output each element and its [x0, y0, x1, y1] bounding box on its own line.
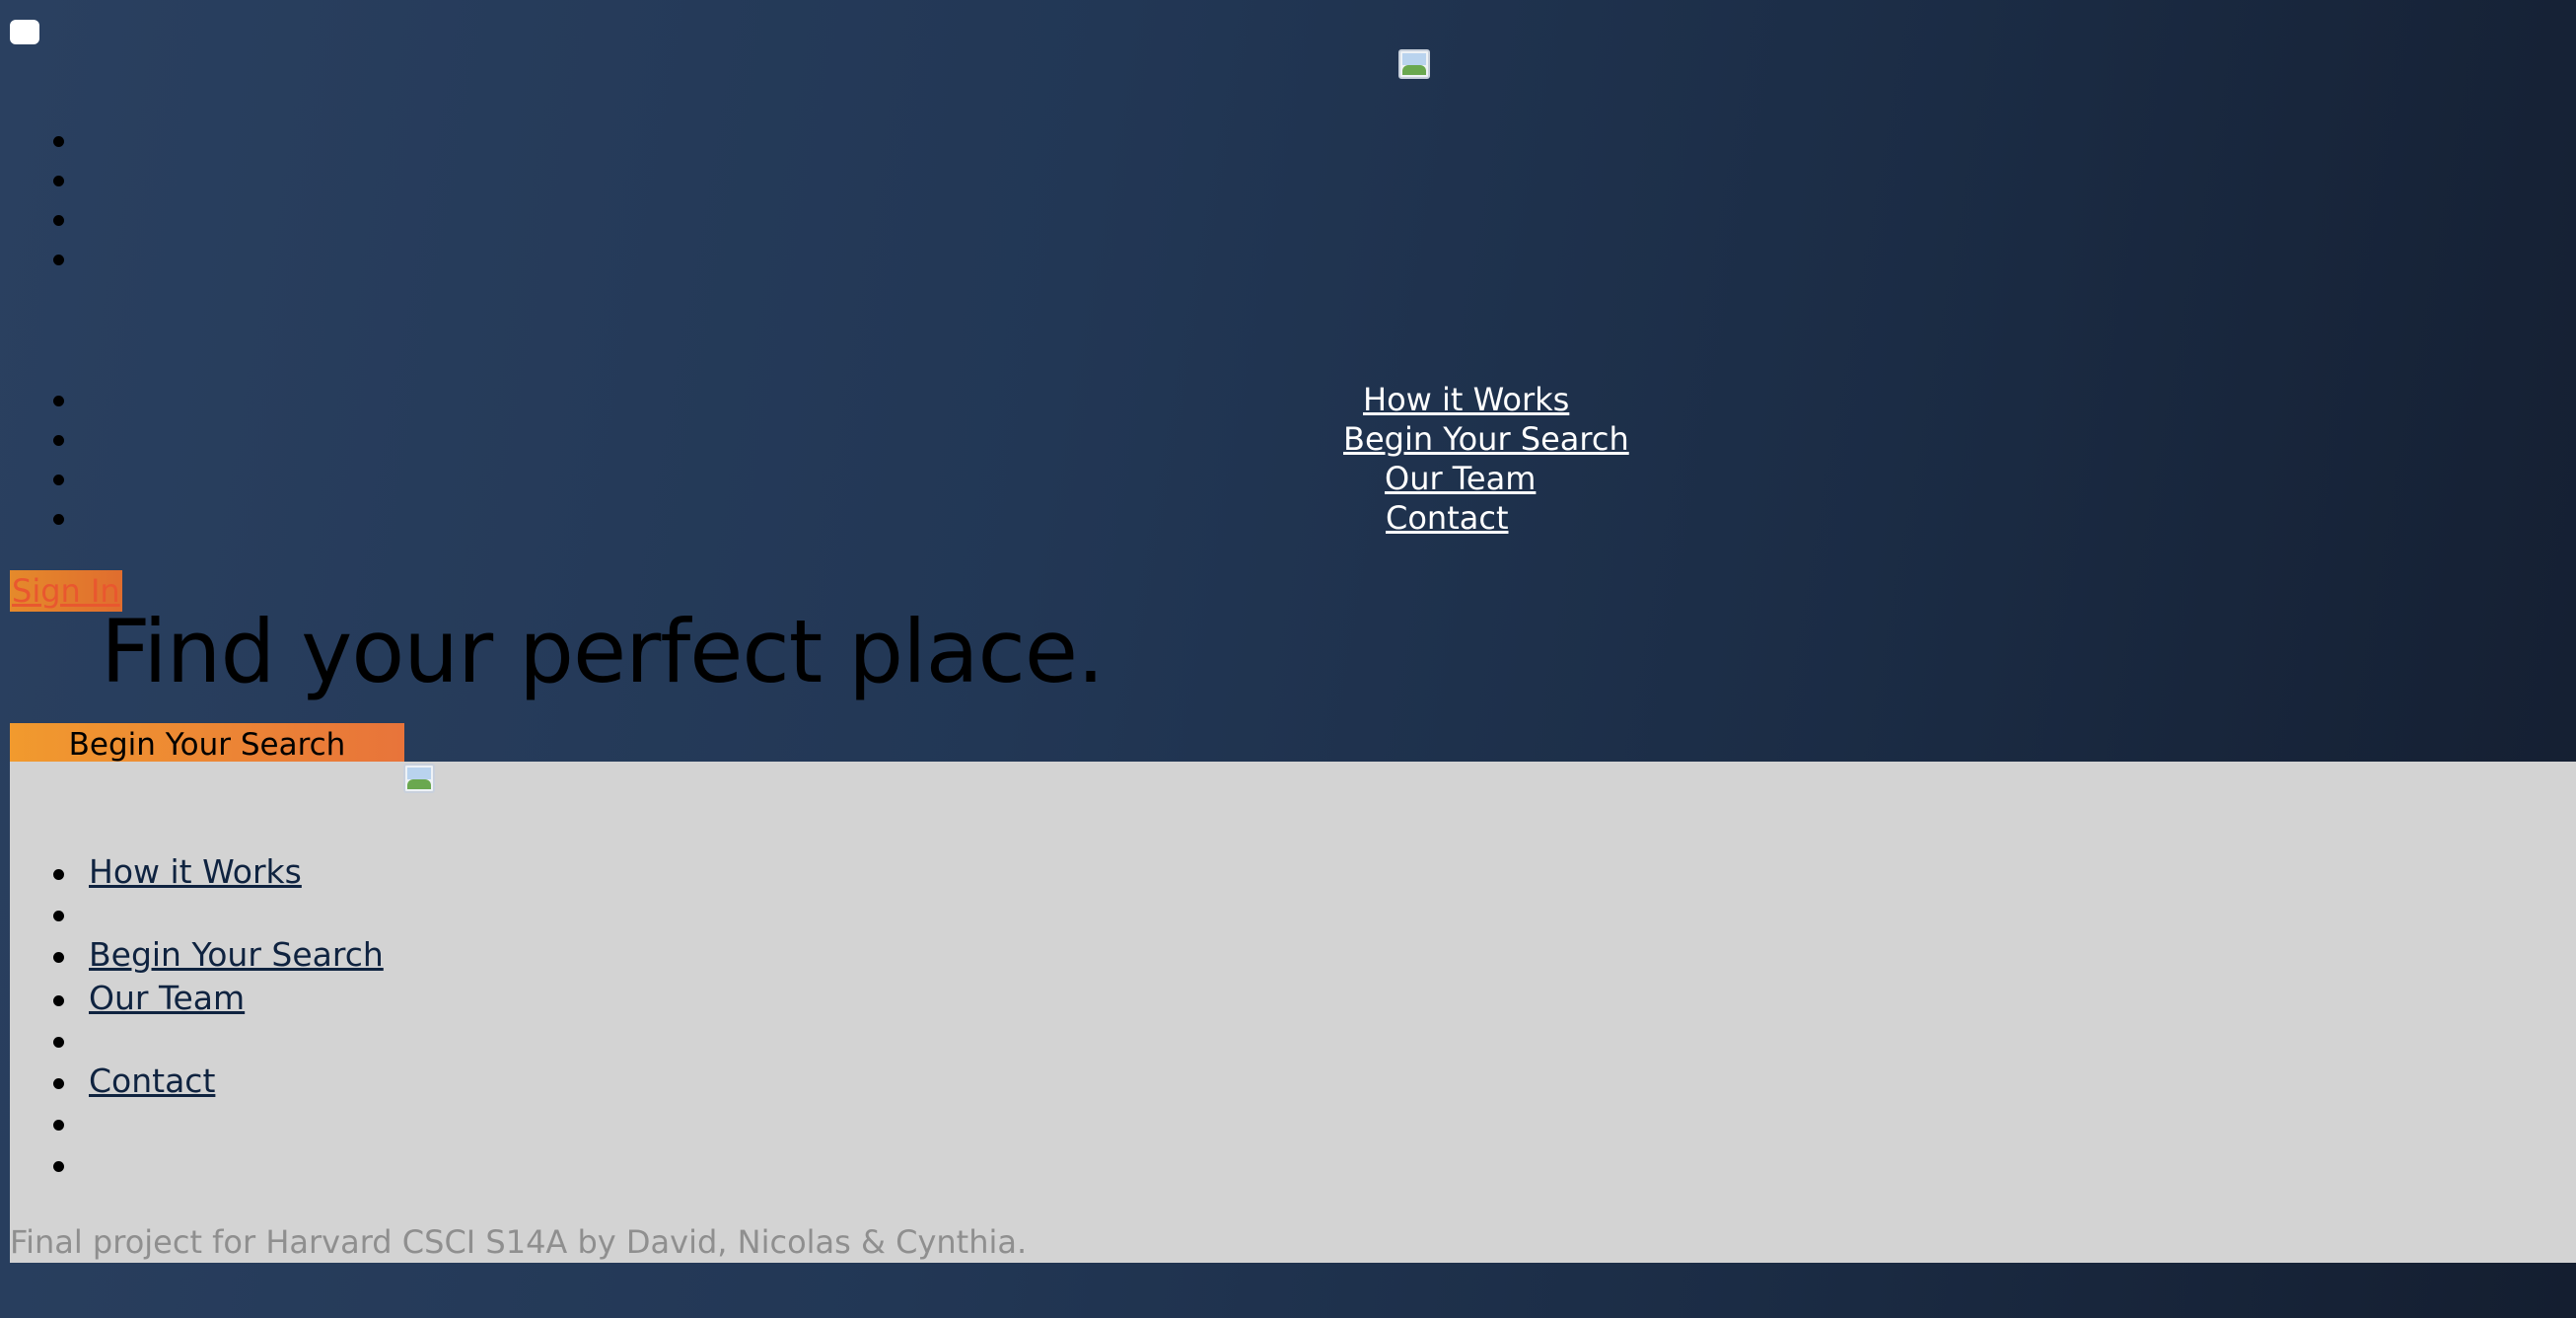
footer-link-contact[interactable]: Contact — [89, 1062, 215, 1100]
footer-link-begin-search[interactable]: Begin Your Search — [89, 935, 384, 974]
list-bullet — [53, 869, 64, 880]
list-bullet — [53, 475, 64, 485]
list-bullet — [53, 1161, 64, 1172]
broken-image-icon — [1398, 49, 1430, 79]
list-bullet — [53, 435, 64, 446]
list-bullet — [53, 215, 64, 226]
nav-link-how-it-works[interactable]: How it Works — [1363, 381, 1569, 418]
list-bullet — [53, 255, 64, 265]
footer-credit: Final project for Harvard CSCI S14A by D… — [10, 1223, 1028, 1261]
list-bullet — [53, 1120, 64, 1131]
list-bullet — [53, 995, 64, 1006]
list-bullet — [53, 1078, 64, 1089]
list-bullet — [53, 136, 64, 147]
list-bullet — [53, 176, 64, 186]
broken-image-icon — [403, 764, 435, 793]
menu-toggle-checkbox[interactable] — [10, 20, 39, 44]
nav-link-contact[interactable]: Contact — [1386, 499, 1509, 537]
footer-image — [403, 764, 435, 793]
list-bullet — [53, 1037, 64, 1048]
list-bullet — [53, 514, 64, 525]
footer-link-our-team[interactable]: Our Team — [89, 979, 245, 1017]
hero-title: Find your perfect place. — [101, 601, 1105, 702]
logo-image — [1398, 49, 1430, 79]
nav-link-begin-search[interactable]: Begin Your Search — [1343, 420, 1629, 458]
footer-link-how-it-works[interactable]: How it Works — [89, 852, 302, 891]
footer-panel — [10, 762, 2576, 1263]
nav-link-our-team[interactable]: Our Team — [1385, 460, 1536, 497]
list-bullet — [53, 952, 64, 963]
list-bullet — [53, 911, 64, 921]
list-bullet — [53, 396, 64, 406]
